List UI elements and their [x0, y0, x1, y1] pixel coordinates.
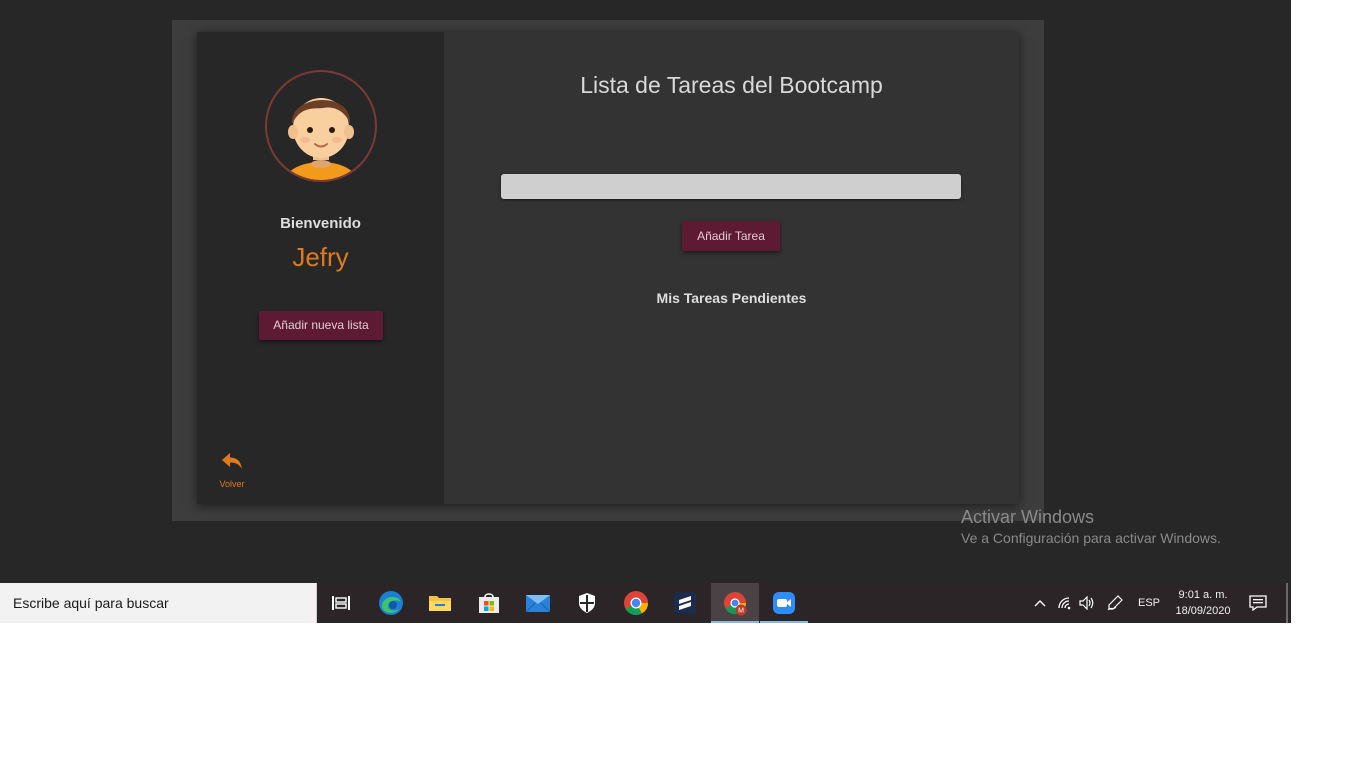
back-link[interactable]: Volver [215, 448, 249, 490]
task-view-button[interactable] [317, 583, 365, 623]
main-panel: Lista de Tareas del Bootcamp Añadir Tare… [444, 32, 1019, 504]
security-shield-icon [579, 593, 595, 613]
add-task-button[interactable]: Añadir Tarea [682, 221, 780, 251]
zoom-button[interactable] [760, 583, 808, 623]
activate-windows-subtitle: Ve a Configuración para activar Windows. [961, 530, 1221, 546]
sublime-text-icon [674, 592, 696, 614]
chrome-profile-button[interactable]: M [711, 583, 759, 623]
windows-security-button[interactable] [563, 583, 611, 623]
reply-arrow-icon [222, 453, 242, 469]
desktop: Bienvenido Jefry Añadir nueva lista Volv… [0, 0, 1291, 583]
app-card: Bienvenido Jefry Añadir nueva lista Volv… [197, 32, 1019, 504]
file-explorer-button[interactable] [416, 583, 464, 623]
task-input[interactable] [501, 174, 961, 199]
sidebar: Bienvenido Jefry Añadir nueva lista Volv… [197, 32, 444, 504]
store-button[interactable] [465, 583, 513, 623]
wifi-icon [1058, 597, 1071, 610]
action-center-button[interactable] [1246, 583, 1270, 623]
activate-windows-title: Activar Windows [961, 507, 1095, 527]
show-hidden-icons-button[interactable] [1030, 583, 1050, 623]
welcome-label: Bienvenido [280, 215, 361, 232]
clock-date: 18/09/2020 [1175, 605, 1231, 617]
edge-button[interactable] [367, 583, 415, 623]
mail-button[interactable] [514, 583, 562, 623]
input-language-button[interactable]: ESP [1134, 583, 1164, 623]
store-icon [479, 593, 499, 613]
clock[interactable]: 9:01 a. m. 18/09/2020 [1172, 587, 1234, 619]
activate-windows-watermark: Activar Windows Ve a Configuración para … [961, 507, 1221, 546]
pen-icon [1107, 595, 1123, 611]
chevron-up-icon [1034, 600, 1046, 607]
chrome-icon [624, 591, 648, 616]
search-placeholder: Escribe aquí para buscar [13, 595, 169, 611]
taskbar-search-box[interactable]: Escribe aquí para buscar [0, 583, 317, 623]
username-label: Jefry [292, 242, 349, 272]
notifications-icon [1249, 595, 1267, 611]
svg-text:M: M [738, 608, 744, 615]
page-title: Lista de Tareas del Bootcamp [580, 72, 883, 98]
task-view-icon [332, 596, 350, 610]
clock-time: 9:01 a. m. [1178, 589, 1228, 601]
speaker-icon [1079, 596, 1094, 610]
add-new-list-button[interactable]: Añadir nueva lista [259, 311, 383, 340]
file-explorer-icon [429, 596, 451, 611]
pen-button[interactable] [1104, 583, 1126, 623]
back-label: Volver [219, 479, 245, 489]
chrome-button[interactable] [612, 583, 660, 623]
zoom-icon [773, 592, 795, 614]
taskbar: Escribe aquí para buscar M ESP 9:01 a. m… [0, 583, 1291, 623]
avatar-illustration [283, 98, 359, 180]
chrome-profile-icon: M [724, 592, 747, 616]
edge-icon [379, 591, 403, 615]
network-button[interactable] [1054, 583, 1076, 623]
pending-tasks-heading: Mis Tareas Pendientes [656, 290, 807, 306]
user-avatar [265, 70, 377, 182]
sublime-text-button[interactable] [661, 583, 709, 623]
mail-icon [525, 595, 551, 613]
volume-button[interactable] [1076, 583, 1098, 623]
active-indicator [711, 621, 759, 623]
show-desktop-button[interactable] [1286, 583, 1288, 623]
running-indicator [760, 621, 808, 623]
